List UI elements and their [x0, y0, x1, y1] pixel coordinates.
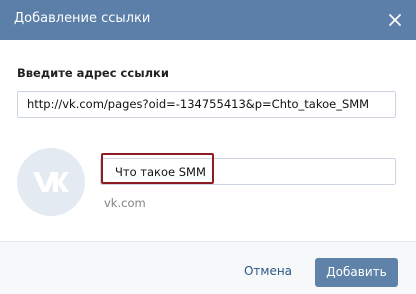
url-label: Введите адрес ссылки — [17, 66, 169, 80]
add-link-dialog: Добавление ссылки Введите адрес ссылки h… — [0, 0, 416, 294]
dialog-title: Добавление ссылки — [14, 11, 151, 26]
url-input-value: http://vk.com/pages?oid=-134755413&p=Cht… — [27, 97, 370, 111]
dialog-header: Добавление ссылки — [0, 0, 416, 40]
cancel-button[interactable]: Отмена — [236, 264, 300, 282]
link-title-value: Что такое SMM — [115, 165, 206, 179]
close-icon[interactable] — [384, 9, 406, 31]
add-button[interactable]: Добавить — [315, 258, 398, 287]
link-title-input[interactable]: Что такое SMM — [100, 158, 396, 185]
link-domain: vk.com — [104, 196, 146, 210]
url-input[interactable]: http://vk.com/pages?oid=-134755413&p=Cht… — [17, 91, 396, 118]
vk-logo-icon — [17, 148, 85, 216]
